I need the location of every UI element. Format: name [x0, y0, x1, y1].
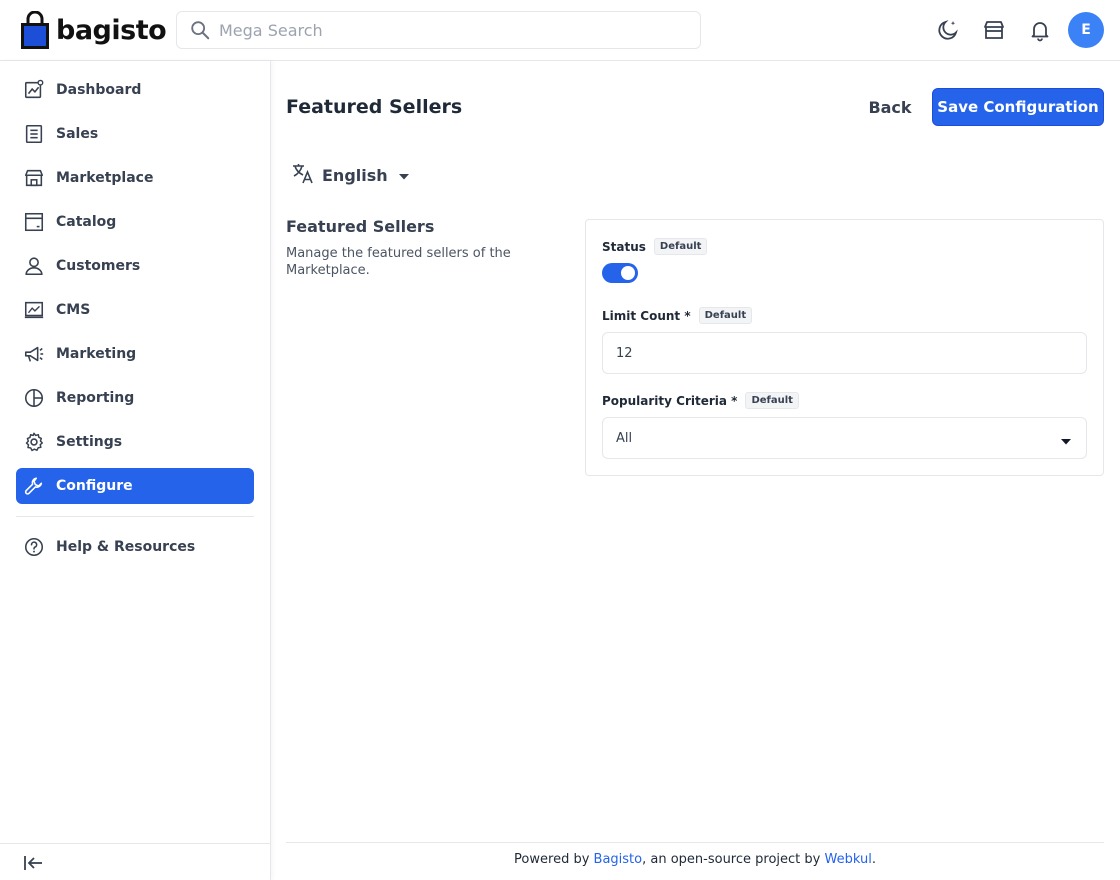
sidebar-item-configure[interactable]: Configure [16, 468, 254, 504]
help-icon [22, 535, 46, 559]
select-value: All [616, 430, 633, 446]
search-icon [191, 21, 210, 40]
configuration-card: Status Default Limit Count * Default 12 … [585, 219, 1104, 476]
sidebar-item-reporting[interactable]: Reporting [16, 380, 254, 416]
caret-down-icon [398, 166, 410, 185]
sidebar-item-label: CMS [56, 302, 91, 318]
sidebar-footer [0, 843, 270, 880]
cms-icon [22, 298, 46, 322]
page-title: Featured Sellers [286, 96, 463, 118]
store-icon [22, 166, 46, 190]
sidebar-item-label: Sales [56, 126, 99, 142]
section-description: Manage the featured sellers of the Marke… [286, 246, 511, 278]
popularity-criteria-label: Popularity Criteria * [602, 393, 738, 408]
status-label: Status [602, 239, 646, 254]
sidebar-item-help[interactable]: Help & Resources [16, 529, 254, 565]
sidebar-divider [16, 516, 254, 517]
sidebar-item-dashboard[interactable]: Dashboard [16, 72, 254, 108]
gear-icon [22, 430, 46, 454]
sidebar-item-sales[interactable]: Sales [16, 116, 254, 152]
criteria-field-label: Popularity Criteria * Default [602, 392, 799, 409]
bagisto-logo[interactable]: bagisto [20, 10, 167, 50]
sidebar-item-label: Configure [56, 478, 133, 494]
sidebar-item-cms[interactable]: CMS [16, 292, 254, 328]
mega-search[interactable] [176, 11, 701, 49]
person-icon [22, 254, 46, 278]
default-badge: Default [745, 392, 799, 409]
section-title: Featured Sellers [286, 217, 435, 236]
locale-label: English [322, 165, 388, 185]
sidebar-item-settings[interactable]: Settings [16, 424, 254, 460]
toggle-knob [621, 266, 635, 280]
bagisto-link[interactable]: Bagisto [594, 852, 643, 867]
sidebar-item-label: Marketing [56, 346, 137, 362]
sidebar-item-marketing[interactable]: Marketing [16, 336, 254, 372]
footer-middle: , an open-source project by [642, 852, 825, 867]
dark-mode-icon[interactable] [935, 17, 961, 43]
logo-text: bagisto [56, 14, 167, 46]
user-avatar[interactable]: E [1068, 12, 1104, 48]
footer-divider [286, 842, 1104, 843]
status-field-label: Status Default [602, 238, 708, 255]
caret-down-icon [1060, 435, 1072, 450]
storefront-icon[interactable] [981, 17, 1007, 43]
sidebar-item-label: Settings [56, 434, 123, 450]
webkul-link[interactable]: Webkul [824, 852, 871, 867]
limit-count-input[interactable]: 12 [602, 332, 1087, 374]
sidebar-item-label: Reporting [56, 390, 135, 406]
footer-prefix: Powered by [514, 852, 594, 867]
footer-suffix: . [871, 852, 876, 867]
megaphone-icon [22, 342, 46, 366]
locale-switcher[interactable]: English [290, 162, 410, 188]
sales-icon [22, 122, 46, 146]
back-button[interactable]: Back [860, 88, 920, 126]
pie-chart-icon [22, 386, 46, 410]
bell-icon[interactable] [1027, 17, 1053, 43]
shopping-bag-icon [20, 10, 50, 49]
sidebar-item-catalog[interactable]: Catalog [16, 204, 254, 240]
sidebar-item-label: Dashboard [56, 82, 142, 98]
sidebar: Dashboard Sales Marketplace Catalog Cust… [0, 61, 271, 880]
wrench-icon [22, 474, 46, 498]
search-input[interactable] [219, 20, 659, 40]
collapse-sidebar-icon[interactable] [22, 852, 46, 874]
sidebar-item-label: Help & Resources [56, 539, 196, 555]
sidebar-item-label: Customers [56, 258, 141, 274]
sidebar-item-customers[interactable]: Customers [16, 248, 254, 284]
sidebar-item-label: Catalog [56, 214, 117, 230]
top-header: bagisto E [0, 0, 1120, 61]
catalog-icon [22, 210, 46, 234]
status-toggle[interactable] [602, 263, 638, 283]
limit-count-label: Limit Count * [602, 308, 691, 323]
popularity-criteria-select[interactable]: All [602, 417, 1087, 459]
default-badge: Default [653, 238, 708, 255]
footer: Powered by Bagisto, an open-source proje… [286, 852, 1104, 867]
sidebar-item-label: Marketplace [56, 170, 154, 186]
default-badge: Default [698, 307, 753, 324]
translate-icon [290, 160, 316, 190]
limit-field-label: Limit Count * Default [602, 307, 753, 324]
dashboard-icon [22, 78, 46, 102]
sidebar-item-marketplace[interactable]: Marketplace [16, 160, 254, 196]
save-configuration-button[interactable]: Save Configuration [932, 88, 1104, 126]
